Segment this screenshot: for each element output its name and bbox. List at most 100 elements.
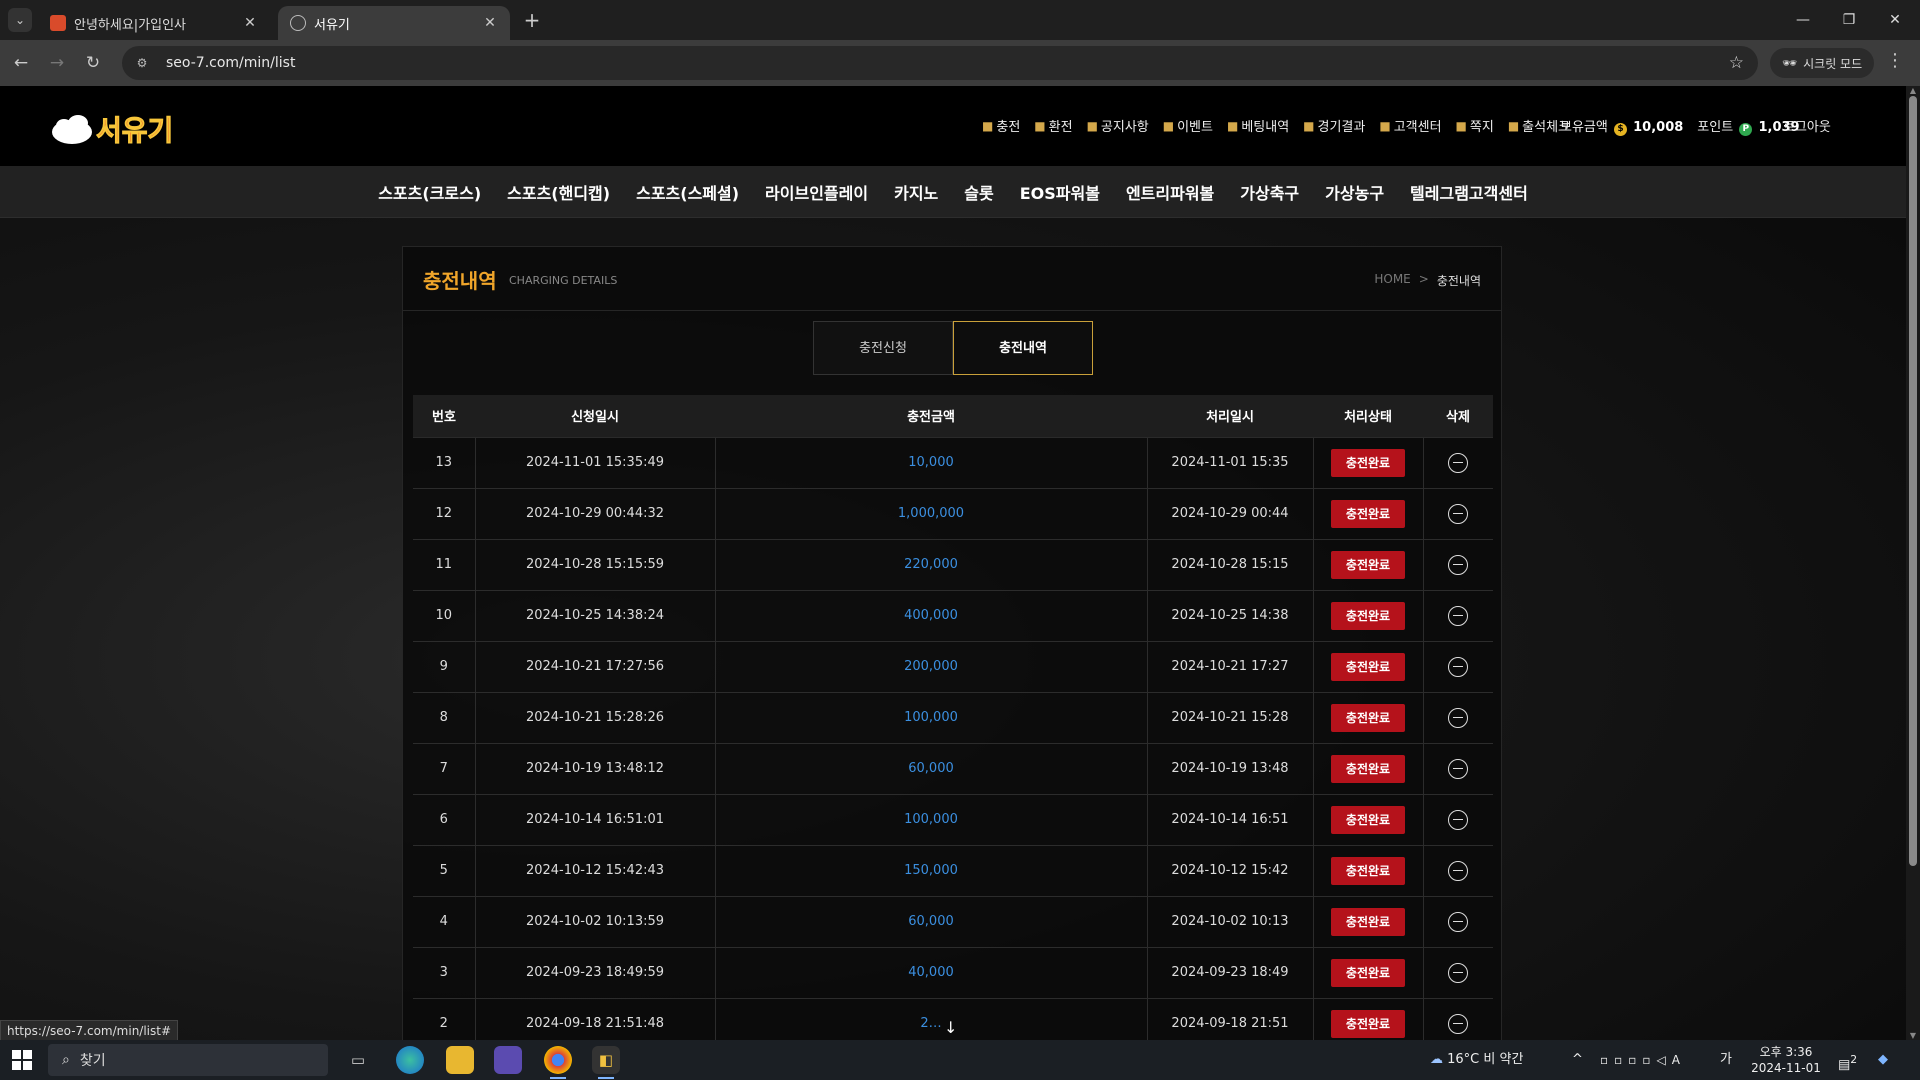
system-tray-icons[interactable]: ▫▫▫▫◁A: [1600, 1040, 1686, 1080]
status-badge: 충전완료: [1331, 958, 1405, 987]
main-nav-item[interactable]: 라이브인플레이: [765, 180, 868, 204]
windows-start-icon[interactable]: [12, 1050, 32, 1070]
back-icon[interactable]: ←: [8, 50, 34, 76]
top-nav-item[interactable]: ■ 쪽지: [1456, 116, 1494, 136]
delete-minus-icon[interactable]: [1448, 605, 1469, 626]
cell-processed: 2024-10-14 16:51: [1147, 794, 1314, 846]
top-nav-item[interactable]: ■ 고객센터: [1379, 116, 1441, 136]
close-window-icon[interactable]: ✕: [1872, 0, 1918, 40]
tab-charge-history[interactable]: 충전내역: [953, 321, 1093, 375]
delete-minus-icon[interactable]: [1448, 452, 1469, 473]
scroll-up-icon[interactable]: ▲: [1908, 86, 1918, 95]
delete-minus-icon[interactable]: [1448, 860, 1469, 881]
restore-icon[interactable]: ❐: [1826, 0, 1872, 40]
cell-status: 충전완료: [1313, 896, 1424, 948]
top-nav-item[interactable]: ■ 충전: [982, 116, 1020, 136]
top-nav-item[interactable]: ■ 환전: [1034, 116, 1072, 136]
delete-minus-icon[interactable]: [1448, 554, 1469, 575]
cell-amount: 40,000: [715, 947, 1148, 999]
top-nav-item[interactable]: ■ 경기결과: [1303, 116, 1365, 136]
incognito-indicator[interactable]: 🕶 시크릿 모드: [1770, 48, 1874, 78]
status-bar-link: https://seo-7.com/min/list#: [0, 1020, 179, 1042]
breadcrumb-home[interactable]: HOME: [1374, 272, 1410, 289]
panel-header: 충전내역 CHARGING DETAILS HOME > 충전내역: [403, 247, 1501, 311]
forward-icon[interactable]: →: [44, 50, 70, 76]
delete-minus-icon[interactable]: [1448, 758, 1469, 779]
app-window-icon[interactable]: ◧: [592, 1046, 620, 1079]
file-explorer-icon[interactable]: [446, 1046, 474, 1074]
col-header-no: 번호: [413, 395, 475, 438]
main-nav-item[interactable]: 슬롯: [964, 180, 993, 204]
cell-delete: [1423, 692, 1493, 744]
delete-minus-icon[interactable]: [1448, 809, 1469, 830]
main-nav-item[interactable]: 엔트리파워볼: [1126, 180, 1214, 204]
app-icon[interactable]: [494, 1046, 522, 1074]
browser-tab-1[interactable]: 안녕하세요|가입인사 ✕: [38, 6, 270, 40]
close-tab-icon[interactable]: ✕: [482, 15, 498, 31]
weather-widget[interactable]: ☁ 16°C 비 약간: [1430, 1040, 1523, 1080]
scrollbar-thumb[interactable]: [1909, 96, 1917, 866]
scroll-down-arrow-icon: ↓: [944, 1018, 958, 1037]
main-nav-item[interactable]: 스포츠(크로스): [378, 180, 481, 204]
tray-overflow-icon[interactable]: ^: [1572, 1040, 1583, 1080]
top-nav-item[interactable]: ■ 공지사항: [1087, 116, 1149, 136]
site-info-icon[interactable]: ⚙: [132, 56, 152, 70]
charge-history-table: 번호 신청일시 충전금액 처리일시 처리상태 삭제 13 2024-11-01 1…: [413, 395, 1493, 1040]
delete-minus-icon[interactable]: [1448, 962, 1469, 983]
tab-charge-request[interactable]: 충전신청: [813, 321, 953, 375]
page-scrollbar[interactable]: ▲ ▼: [1906, 86, 1920, 1040]
top-nav-item[interactable]: ■ 이벤트: [1163, 116, 1213, 136]
cell-status: 충전완료: [1313, 845, 1424, 897]
browser-menu-icon[interactable]: ⋮: [1886, 50, 1904, 71]
tab-search-button[interactable]: ⌄: [8, 8, 32, 32]
main-nav-item[interactable]: 텔레그램고객센터: [1410, 180, 1528, 204]
scroll-down-icon[interactable]: ▼: [1908, 1031, 1918, 1040]
taskbar-clock[interactable]: 오후 3:36 2024-11-01: [1748, 1044, 1824, 1076]
breadcrumb-chevron-icon: >: [1418, 272, 1429, 286]
cell-processed: 2024-10-28 15:15: [1147, 539, 1314, 591]
site-header: 서유기 ■ 충전 ■ 환전 ■ 공지사항 ■ 이벤트 ■ 베팅내역 ■ 경기결과 ■ 고객센터 ■ 쪽지 ■ 출석…: [0, 86, 1906, 166]
cell-no: 10: [413, 590, 476, 642]
new-tab-icon[interactable]: +: [520, 8, 544, 32]
delete-minus-icon[interactable]: [1448, 911, 1469, 932]
point-icon: P: [1739, 123, 1753, 136]
ime-icon[interactable]: 가: [1720, 1040, 1732, 1080]
tab-title: 안녕하세요|가입인사: [74, 17, 187, 33]
main-nav-item[interactable]: 가상축구: [1240, 180, 1299, 204]
cell-status: 충전완료: [1313, 488, 1424, 540]
main-nav-item[interactable]: EOS파워볼: [1020, 180, 1100, 204]
delete-minus-icon[interactable]: [1448, 1013, 1469, 1034]
delete-minus-icon[interactable]: [1448, 707, 1469, 728]
main-nav-item[interactable]: 가상농구: [1325, 180, 1384, 204]
task-view-icon[interactable]: ▭: [344, 1046, 372, 1074]
browser-tab-2[interactable]: 서유기 ✕: [278, 6, 510, 40]
balance-info: 보유금액 $ 10,008: [1560, 116, 1683, 136]
col-header-requested: 신청일시: [475, 395, 715, 438]
main-nav-item[interactable]: 스포츠(핸디캡): [507, 180, 610, 204]
minimize-icon[interactable]: —: [1780, 0, 1826, 40]
cell-amount: 10,000: [715, 437, 1148, 489]
delete-minus-icon[interactable]: [1448, 656, 1469, 677]
main-nav-item[interactable]: 스포츠(스페셜): [636, 180, 739, 204]
cell-requested: 2024-10-25 14:38:24: [475, 590, 716, 642]
copilot-icon[interactable]: ◆: [1878, 1040, 1888, 1080]
cell-no: 7: [413, 743, 476, 795]
reload-icon[interactable]: ↻: [80, 50, 106, 76]
notification-center-icon[interactable]: ▤2: [1838, 1040, 1857, 1080]
cell-no: 5: [413, 845, 476, 897]
close-tab-icon[interactable]: ✕: [242, 15, 258, 31]
cell-processed: 2024-10-12 15:42: [1147, 845, 1314, 897]
delete-minus-icon[interactable]: [1448, 503, 1469, 524]
taskbar-search[interactable]: ⌕ 찾기: [48, 1044, 328, 1076]
site-logo[interactable]: 서유기: [50, 106, 190, 150]
logout-link[interactable]: 로그아웃: [1783, 116, 1831, 135]
top-nav-item[interactable]: ■ 베팅내역: [1227, 116, 1289, 136]
address-bar[interactable]: ⚙ seo-7.com/min/list ☆: [122, 46, 1758, 80]
chrome-browser-icon[interactable]: [544, 1046, 572, 1079]
main-nav: 스포츠(크로스) 스포츠(핸디캡) 스포츠(스페셜) 라이브인플레이 카지노 슬롯 EOS파…: [0, 166, 1906, 218]
coin-icon: $: [1613, 123, 1627, 136]
edge-browser-icon[interactable]: [396, 1046, 424, 1074]
main-nav-item[interactable]: 카지노: [894, 180, 938, 204]
cell-amount: 150,000: [715, 845, 1148, 897]
bookmark-star-icon[interactable]: ☆: [1729, 53, 1744, 73]
